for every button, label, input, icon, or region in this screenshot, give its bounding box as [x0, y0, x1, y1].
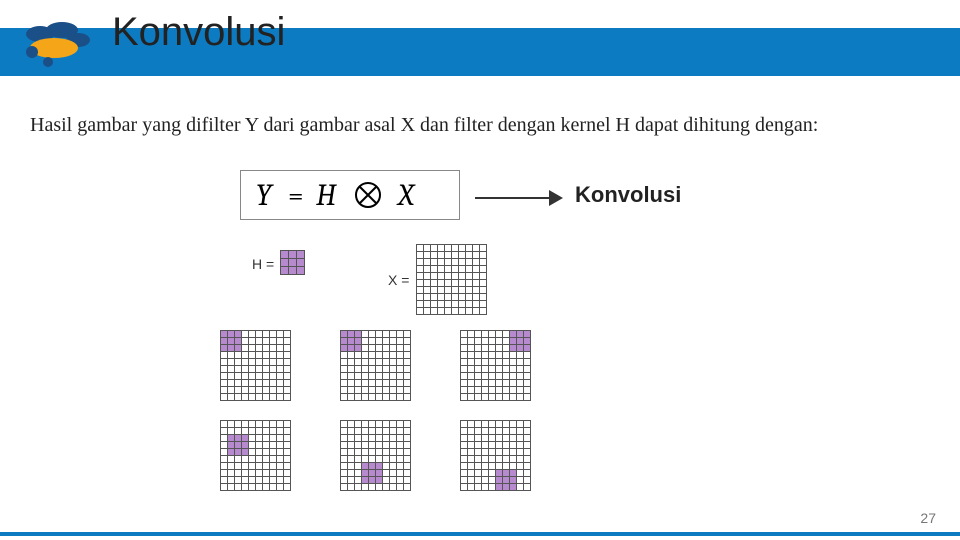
conv-step-grid [340, 420, 411, 491]
x-image-grid [416, 244, 487, 315]
formula-X: X [396, 178, 416, 213]
conv-step-grid [220, 420, 291, 491]
footer-line [0, 532, 960, 536]
h-kernel-grid [280, 250, 305, 275]
h-equals-label: H = [252, 256, 274, 272]
conv-step-grid [460, 330, 531, 401]
arrow-icon [475, 188, 565, 208]
formula: Y = H X [250, 175, 450, 215]
x-equals-label: X = [388, 272, 409, 288]
formula-box: Y = H X [240, 170, 460, 220]
page-number: 27 [920, 510, 936, 526]
conv-step-grid [460, 420, 531, 491]
logo [18, 18, 96, 68]
body-text: Hasil gambar yang difilter Y dari gambar… [30, 112, 930, 139]
formula-H: H [316, 178, 337, 213]
formula-eq: = [288, 180, 304, 212]
conv-step-grid [340, 330, 411, 401]
formula-Y: Y [256, 178, 274, 213]
konvolusi-label: Konvolusi [575, 182, 681, 208]
conv-step-grid [220, 330, 291, 401]
diagram-area: H = X = [220, 250, 740, 510]
page-title: Konvolusi [112, 10, 285, 55]
logo-icon [18, 18, 96, 68]
